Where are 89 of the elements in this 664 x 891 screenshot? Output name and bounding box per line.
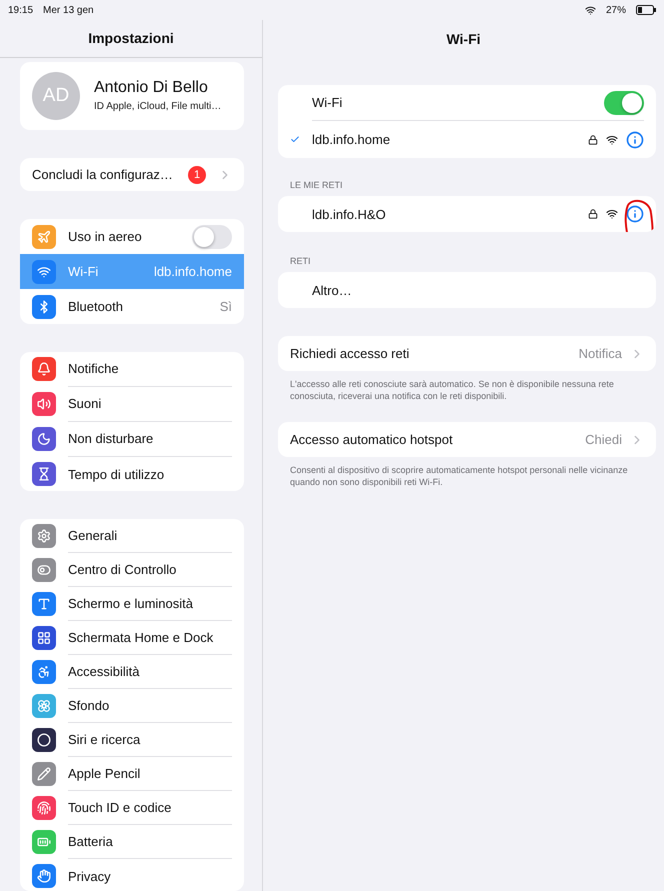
settings-item[interactable]: Tempo di utilizzo bbox=[20, 456, 244, 492]
symbol-icon bbox=[37, 529, 51, 544]
symbol-icon bbox=[37, 264, 51, 279]
item-label: Schermata Home e Dock bbox=[68, 630, 214, 646]
toggle-switch[interactable] bbox=[192, 224, 232, 249]
settings-item[interactable]: Sfondo bbox=[20, 689, 244, 724]
notification-badge: 1 bbox=[188, 166, 206, 184]
item-label: Non disturbare bbox=[68, 431, 154, 446]
profile-name: Antonio Di Bello bbox=[94, 79, 209, 98]
settings-item[interactable]: Batteria bbox=[20, 825, 244, 860]
page-title: Wi-Fi bbox=[445, 30, 482, 48]
settings-item[interactable]: Touch ID e codice bbox=[20, 791, 244, 826]
avatar: AD bbox=[32, 72, 80, 120]
symbol-icon bbox=[37, 230, 51, 244]
settings-item[interactable]: Apple Pencil bbox=[20, 757, 244, 792]
option-card[interactable]: Accesso automatico hotspot Chiedi bbox=[278, 422, 656, 458]
lock-icon bbox=[588, 209, 598, 219]
setup-card[interactable]: Concludi la configuraz… 1 bbox=[20, 158, 244, 192]
network-name[interactable]: ldb.info.H&O bbox=[312, 206, 580, 222]
item-label: Suoni bbox=[68, 396, 102, 412]
settings-item[interactable]: Notifiche bbox=[20, 352, 244, 387]
wifi-icon bbox=[606, 208, 618, 220]
settings-item[interactable]: Centro di Controllo bbox=[20, 553, 244, 588]
settings-item[interactable]: Suoni bbox=[20, 386, 244, 422]
item-label: Wi-Fi bbox=[68, 264, 100, 280]
option-card[interactable]: Richiedi accesso reti Notifica bbox=[278, 336, 656, 371]
status-date: Mer 13 gen bbox=[43, 4, 94, 16]
settings-item[interactable]: Non disturbare bbox=[20, 422, 244, 457]
item-label: Uso in aereo bbox=[68, 229, 143, 244]
wifi-label: Wi-Fi bbox=[312, 95, 344, 110]
toggle-switch[interactable] bbox=[604, 90, 644, 114]
settings-item[interactable]: Schermo e luminosità bbox=[20, 587, 244, 622]
symbol-icon bbox=[37, 362, 51, 376]
symbol-icon bbox=[37, 432, 51, 446]
settings-item[interactable]: Uso in aereo bbox=[20, 219, 244, 254]
info-icon bbox=[626, 130, 644, 148]
settings-item[interactable]: Siri e ricerca bbox=[20, 723, 244, 758]
network-name[interactable]: ldb.info.home bbox=[312, 132, 580, 147]
item-label: Batteria bbox=[68, 834, 114, 850]
option-label: Accesso automatico hotspot bbox=[290, 432, 454, 448]
symbol-icon bbox=[37, 563, 51, 578]
option-label: Richiedi accesso reti bbox=[290, 346, 410, 361]
lock-icon bbox=[588, 134, 598, 144]
item-label: Schermo e luminosità bbox=[68, 596, 194, 612]
symbol-icon bbox=[37, 801, 51, 816]
option-note: L'accesso alle reti conosciute sarà automatico. Se non è disponibile nessuna rete conosciuta, riceverai una notifica con le reti disponibili. bbox=[289, 378, 615, 402]
symbol-icon bbox=[37, 631, 51, 646]
symbol-icon bbox=[37, 597, 51, 612]
symbol-icon bbox=[37, 869, 51, 884]
setup-label: Concludi la configuraz… bbox=[32, 167, 174, 182]
sidebar-title: Impostazioni bbox=[0, 20, 262, 58]
network-name[interactable]: Altro… bbox=[312, 282, 644, 298]
item-label: Generali bbox=[68, 528, 118, 544]
battery-icon bbox=[636, 5, 656, 15]
item-value: ldb.info.home bbox=[154, 264, 232, 280]
battery-percent: 27% bbox=[606, 4, 626, 16]
item-label: Notifiche bbox=[68, 361, 120, 376]
profile-subtitle: ID Apple, iCloud, File multi… bbox=[94, 101, 222, 112]
item-label: Accessibilità bbox=[68, 664, 141, 680]
option-value: Chiedi bbox=[585, 432, 622, 448]
symbol-icon bbox=[37, 665, 51, 680]
symbol-icon bbox=[37, 767, 51, 782]
symbol-icon bbox=[37, 397, 51, 412]
settings-item[interactable]: Schermata Home e Dock bbox=[20, 621, 244, 656]
option-value: Notifica bbox=[578, 346, 622, 361]
symbol-icon bbox=[37, 699, 51, 714]
profile-card[interactable]: AD Antonio Di Bello ID Apple, iCloud, File multi… bbox=[20, 62, 244, 130]
wifi-icon bbox=[584, 4, 596, 16]
item-label: Privacy bbox=[68, 868, 112, 884]
symbol-icon bbox=[37, 467, 51, 482]
section-header: RETI bbox=[289, 256, 312, 268]
settings-item[interactable]: Bluetooth Sì bbox=[20, 289, 244, 324]
item-label: Tempo di utilizzo bbox=[68, 466, 166, 482]
settings-item[interactable]: Privacy bbox=[20, 859, 244, 891]
status-time: 19:15 bbox=[8, 4, 34, 16]
info-icon bbox=[626, 205, 644, 223]
symbol-icon bbox=[37, 733, 51, 748]
option-note: Consenti al dispositivo di scoprire automaticamente hotspot personali nelle vicinanze quando non sono disponibili reti Wi-Fi. bbox=[289, 464, 629, 489]
item-label: Apple Pencil bbox=[68, 766, 142, 782]
wifi-icon bbox=[606, 134, 618, 146]
item-label: Sfondo bbox=[68, 698, 110, 714]
item-label: Bluetooth bbox=[68, 299, 124, 314]
item-label: Siri e ricerca bbox=[68, 732, 142, 748]
settings-item[interactable]: Accessibilità bbox=[20, 655, 244, 690]
item-label: Centro di Controllo bbox=[68, 562, 178, 578]
item-label: Touch ID e codice bbox=[68, 800, 172, 816]
settings-item[interactable]: Generali bbox=[20, 519, 244, 554]
item-value: Sì bbox=[220, 299, 232, 314]
section-header: LE MIE RETI bbox=[289, 180, 344, 192]
